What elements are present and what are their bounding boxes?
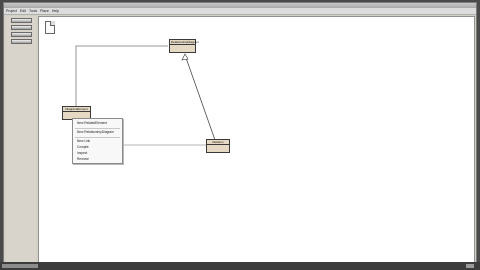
node-label: Relation bbox=[207, 140, 229, 145]
horizontal-scrollbar[interactable] bbox=[0, 262, 480, 270]
context-menu: New RelatedElement New RelationshipDiagr… bbox=[72, 118, 123, 164]
edge-left-to-top[interactable] bbox=[75, 45, 168, 108]
menu-new-related-element[interactable]: New RelatedElement bbox=[77, 121, 107, 125]
node-relationship-diagram[interactable]: RelationshipDiagram bbox=[169, 39, 199, 53]
menu-project[interactable]: Project bbox=[6, 8, 17, 14]
node-relation[interactable]: Relation bbox=[206, 139, 230, 153]
menu-separator bbox=[75, 137, 120, 138]
node-label: DiagramElement bbox=[63, 107, 90, 112]
association-tool-button[interactable] bbox=[11, 39, 32, 44]
menu-edit[interactable]: Edit bbox=[20, 8, 26, 14]
app-window: Project Edit Tools Place Help Relationsh… bbox=[3, 2, 477, 268]
scroll-thumb[interactable] bbox=[2, 264, 38, 268]
menu-place[interactable]: Place bbox=[40, 8, 49, 14]
interface-tool-button[interactable] bbox=[11, 32, 32, 37]
menu-inspect[interactable]: Inspect bbox=[77, 151, 87, 155]
class-tool-button[interactable] bbox=[11, 25, 32, 30]
menu-new-relationship-diagram[interactable]: New RelationshipDiagram bbox=[77, 130, 114, 134]
menu-bar: Project Edit Tools Place Help bbox=[4, 8, 476, 15]
menu-new-link[interactable]: New Link bbox=[77, 139, 90, 143]
menu-compile[interactable]: Compile bbox=[77, 145, 89, 149]
scroll-right-button[interactable] bbox=[466, 264, 474, 268]
diagram-canvas[interactable]: RelationshipDiagram DiagramElement Relat… bbox=[38, 16, 475, 263]
menu-separator bbox=[75, 128, 120, 129]
select-tool-button[interactable] bbox=[11, 18, 32, 23]
tool-palette bbox=[6, 16, 36, 264]
menu-help[interactable]: Help bbox=[52, 8, 59, 14]
menu-tools[interactable]: Tools bbox=[29, 8, 37, 14]
menu-remove[interactable]: Remove bbox=[77, 157, 89, 161]
edge-right-to-top[interactable] bbox=[184, 54, 216, 141]
arrowhead-icon bbox=[181, 53, 189, 61]
node-label: RelationshipDiagram bbox=[170, 40, 199, 45]
